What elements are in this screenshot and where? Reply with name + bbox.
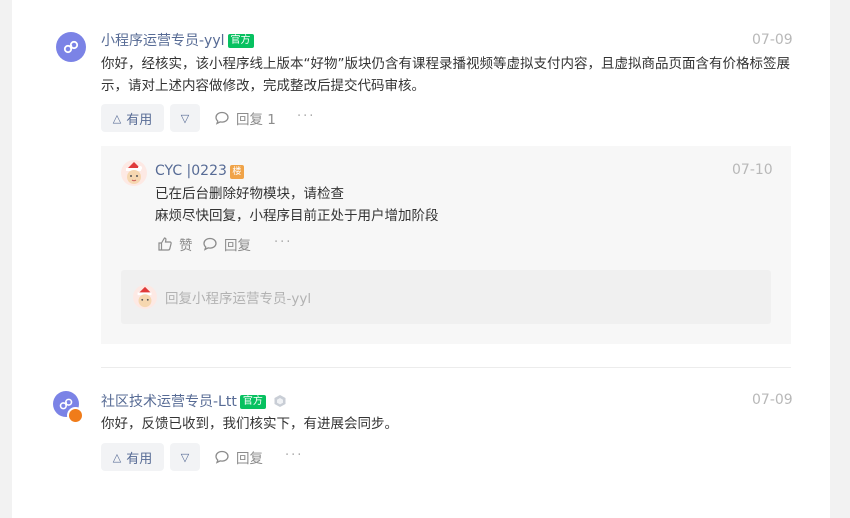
comment-bubble-icon <box>215 111 229 125</box>
triangle-up-icon: △ <box>112 111 122 125</box>
comment-text: 你好，反馈已收到，我们核实下，有进展会同步。 <box>101 416 398 432</box>
more-options-icon[interactable]: ··· <box>297 109 315 124</box>
avatar-status-dot <box>67 407 84 424</box>
sub-reply-line: 已在后台删除好物模块，请检查 <box>155 186 344 202</box>
reply-button[interactable]: 回复 <box>214 447 263 467</box>
triangle-up-icon: △ <box>112 450 122 464</box>
like-button[interactable]: 赞 <box>157 234 193 254</box>
useful-button[interactable]: △ 有用 <box>101 104 164 132</box>
miniprogram-avatar-icon[interactable] <box>56 32 86 62</box>
hexagon-level-icon <box>273 394 287 413</box>
useful-button[interactable]: △ 有用 <box>101 443 164 471</box>
comment-bubble-icon <box>203 237 217 251</box>
divider <box>101 367 791 368</box>
comment-bubble-icon <box>215 450 229 464</box>
comment-panel: 小程序运营专员-yyl 官方 07-09 你好，经核实，该小程序线上版本“好物”版… <box>12 0 830 518</box>
sub-reply-box: CYC |0223 楼 07-10 已在后台删除好物模块，请检查 麻烦尽快回复，小… <box>101 146 791 344</box>
author-name[interactable]: 社区技术运营专员-Ltt <box>101 394 237 410</box>
input-avatar <box>133 285 157 309</box>
downvote-button[interactable]: ▽ <box>170 104 200 132</box>
official-badge: 官方 <box>227 34 254 48</box>
more-options-icon[interactable]: ··· <box>285 448 303 463</box>
sub-reply-date: 07-10 <box>732 162 773 178</box>
reply-placeholder: 回复小程序运营专员-yyl <box>165 291 312 307</box>
downvote-button[interactable]: ▽ <box>170 443 200 471</box>
floor-badge: 楼 <box>229 165 244 179</box>
sub-reply-author[interactable]: CYC |0223 楼 <box>155 162 244 180</box>
comment-date: 07-09 <box>752 392 793 408</box>
comment-author[interactable]: 社区技术运营专员-Ltt 官方 <box>101 393 287 413</box>
author-name[interactable]: 小程序运营专员-yyl <box>101 33 225 49</box>
comment-author[interactable]: 小程序运营专员-yyl 官方 <box>101 32 254 50</box>
reply-button[interactable]: 回复 <box>202 234 251 254</box>
author-name[interactable]: CYC |0223 <box>155 163 227 179</box>
comment-text: 你好，经核实，该小程序线上版本“好物”版块仍含有课程录播视频等虚拟支付内容，且虚… <box>101 56 790 94</box>
user-avatar[interactable] <box>121 160 147 186</box>
reply-button[interactable]: 回复 1 <box>214 108 276 128</box>
official-badge: 官方 <box>239 395 266 409</box>
triangle-down-icon: ▽ <box>180 450 190 464</box>
sub-reply-line: 麻烦尽快回复，小程序目前正处于用户增加阶段 <box>155 208 439 224</box>
comment-date: 07-09 <box>752 32 793 48</box>
reply-input[interactable]: 回复小程序运营专员-yyl <box>121 270 771 324</box>
thumbs-up-icon <box>158 237 172 251</box>
more-options-icon[interactable]: ··· <box>274 235 292 250</box>
triangle-down-icon: ▽ <box>180 111 190 125</box>
